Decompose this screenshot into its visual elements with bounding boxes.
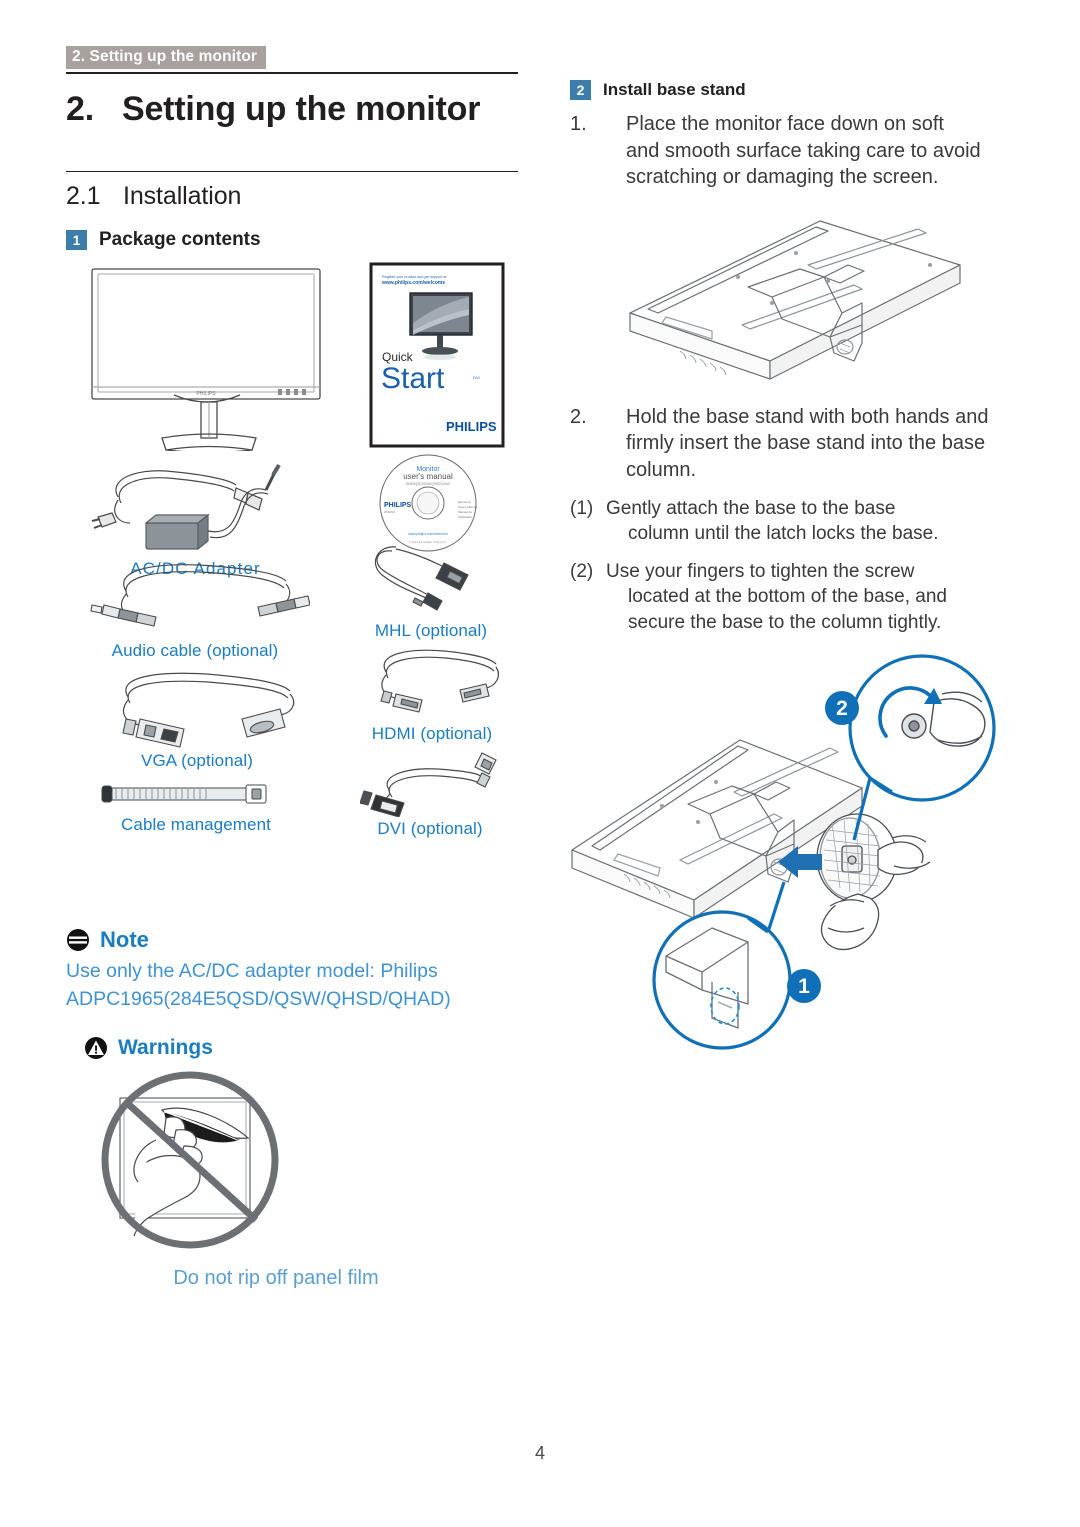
warnings-title: Warnings <box>118 1035 213 1059</box>
title-rule-top <box>66 72 518 74</box>
svg-text:www.philips.com/welcome: www.philips.com/welcome <box>408 532 447 536</box>
right-column: 2 Install base stand 1. Place the monito… <box>570 80 1030 1070</box>
substep-1-line-2: column until the latch locks the base. <box>628 523 939 545</box>
step-1-marker: 1. <box>570 113 587 135</box>
substep-1-body: Gently attach the base to the base colum… <box>606 496 1030 547</box>
svg-text:user's manual: user's manual <box>403 472 453 481</box>
callout-badge-2-label: 2 <box>836 697 848 720</box>
substep-2-line-3: secure the base to the column tightly. <box>628 612 942 634</box>
note-line-1: Use only the AC/DC adapter model: Philip… <box>66 960 438 982</box>
note-block: Note Use only the AC/DC adapter model: P… <box>66 927 518 1014</box>
substep-2-marker: (2) <box>570 560 594 582</box>
install-base-stand-heading: 2 Install base stand <box>570 80 1030 100</box>
note-title: Note <box>100 927 149 952</box>
chapter-title-text: Setting up the monitor <box>122 90 481 128</box>
vga-cable-caption: VGA (optional) <box>141 751 253 770</box>
warnings-heading: Warnings <box>84 1036 518 1060</box>
section-rule <box>66 171 518 172</box>
step-1-body: Place the monitor face down on soft and … <box>626 111 1030 191</box>
step-2-marker: 2. <box>570 405 587 428</box>
hdmi-cable-caption: HDMI (optional) <box>371 724 493 743</box>
svg-text:www.philips.com/welcome: www.philips.com/welcome <box>381 280 445 286</box>
step-2-line-3: column. <box>626 458 697 481</box>
svg-text:User's Manual: User's Manual <box>458 505 477 509</box>
note-heading: Note <box>66 927 518 953</box>
step-1-line-3: scratching or damaging the screen. <box>626 166 939 189</box>
monitor-face-down-illustration <box>562 203 1030 393</box>
base-attach-illustration: 2 1 <box>562 650 1030 1070</box>
warning-icon <box>85 1036 107 1059</box>
vga-cable-illustration: VGA (optional) <box>82 669 312 771</box>
step-2-line-2: firmly insert the base stand into the ba… <box>626 432 986 455</box>
svg-text:Electronic: Electronic <box>458 500 472 504</box>
panel-film-caption: Do not rip off panel film <box>173 1266 379 1289</box>
svg-text:Manuel de: Manuel de <box>458 510 472 514</box>
manual-page: 2. Setting up the monitor 2. Setting up … <box>0 0 1080 1527</box>
svg-text:284E5Q: 284E5Q <box>384 510 396 514</box>
svg-text:PHILIPS: PHILIPS <box>196 391 216 397</box>
mhl-cable-illustration: MHL (optional) <box>366 541 496 641</box>
substep-2-line-2: located at the bottom of the base, and <box>628 586 948 608</box>
substep-1-marker: (1) <box>570 497 594 519</box>
note-line-2: ADPC1965(284E5QSD/QSW/QHSD/QHAD) <box>66 988 451 1011</box>
step-2-line-1: Hold the base stand with both hands and <box>626 405 989 428</box>
dvi-cable-illustration: DVI (optional) <box>360 749 500 839</box>
running-header: 2. Setting up the monitor <box>66 46 267 70</box>
dvi-cable-caption: DVI (optional) <box>377 819 483 838</box>
warnings-block: Warnings Do not rip off panel film <box>66 1036 518 1290</box>
svg-text:Start: Start <box>381 362 445 395</box>
chapter-title: 2. Setting up the monitor <box>66 90 518 129</box>
svg-text:PHILIPS: PHILIPS <box>446 419 497 434</box>
step-2-body: Hold the base stand with both hands and … <box>626 404 1030 484</box>
step-badge-2: 2 <box>570 80 591 100</box>
note-icon <box>67 929 89 951</box>
section-number: 2.1 <box>66 182 101 210</box>
substep-1: (1) Gently attach the base to the base c… <box>570 496 1030 547</box>
svg-text:Register your product and get: Register your product and get support at <box>382 275 446 279</box>
cable-management-caption: Cable management <box>121 815 271 834</box>
svg-text:DVI: DVI <box>473 375 480 380</box>
svg-text:l'utilisateur: l'utilisateur <box>458 515 472 519</box>
svg-text:284E5QSD/QSW/QHSD/QHAD: 284E5QSD/QSW/QHSD/QHAD <box>406 482 452 486</box>
step-1-line-1: Place the monitor face down on soft <box>626 113 944 135</box>
substep-2-body: Use your fingers to tighten the screw lo… <box>606 559 1030 636</box>
monitor-illustration: PHILIPS <box>82 261 332 451</box>
section-title: 2.1 Installation <box>66 182 518 211</box>
quick-start-guide-illustration: Register your product and get support at… <box>368 261 508 451</box>
svg-text:PHILIPS: PHILIPS <box>384 502 412 509</box>
package-contents-heading: 1 Package contents <box>66 229 518 251</box>
note-text: Use only the AC/DC adapter model: Philip… <box>66 957 518 1014</box>
package-contents-label: Package contents <box>99 229 261 250</box>
hdmi-cable-illustration: HDMI (optional) <box>362 646 502 744</box>
left-column: 2. Setting up the monitor 2.1 Installati… <box>66 72 518 1290</box>
mhl-cable-caption: MHL (optional) <box>374 621 488 640</box>
callout-badge-1-label: 1 <box>798 975 810 998</box>
step-2: 2. Hold the base stand with both hands a… <box>570 404 1030 484</box>
step-1: 1. Place the monitor face down on soft a… <box>570 111 1030 191</box>
audio-cable-caption: Audio cable (optional) <box>111 641 279 660</box>
audio-cable-illustration: Audio cable (optional) <box>80 561 310 661</box>
step-badge-1: 1 <box>66 230 87 250</box>
substep-2-line-1: Use your fingers to tighten the screw <box>606 560 915 582</box>
page-number: 4 <box>534 1443 545 1463</box>
panel-film-illustration <box>80 1068 518 1263</box>
package-contents-illustrations: PHILIPS Register your product and get su… <box>66 261 518 901</box>
step-1-line-2: and smooth surface taking care to avoid <box>626 139 981 162</box>
section-title-text: Installation <box>123 182 242 210</box>
install-base-stand-label: Install base stand <box>603 80 746 99</box>
substep-2: (2) Use your fingers to tighten the scre… <box>570 559 1030 636</box>
chapter-number: 2. <box>66 90 94 128</box>
substep-1-line-1: Gently attach the base to the base <box>606 497 896 519</box>
cable-management-illustration: Cable management <box>96 779 296 835</box>
